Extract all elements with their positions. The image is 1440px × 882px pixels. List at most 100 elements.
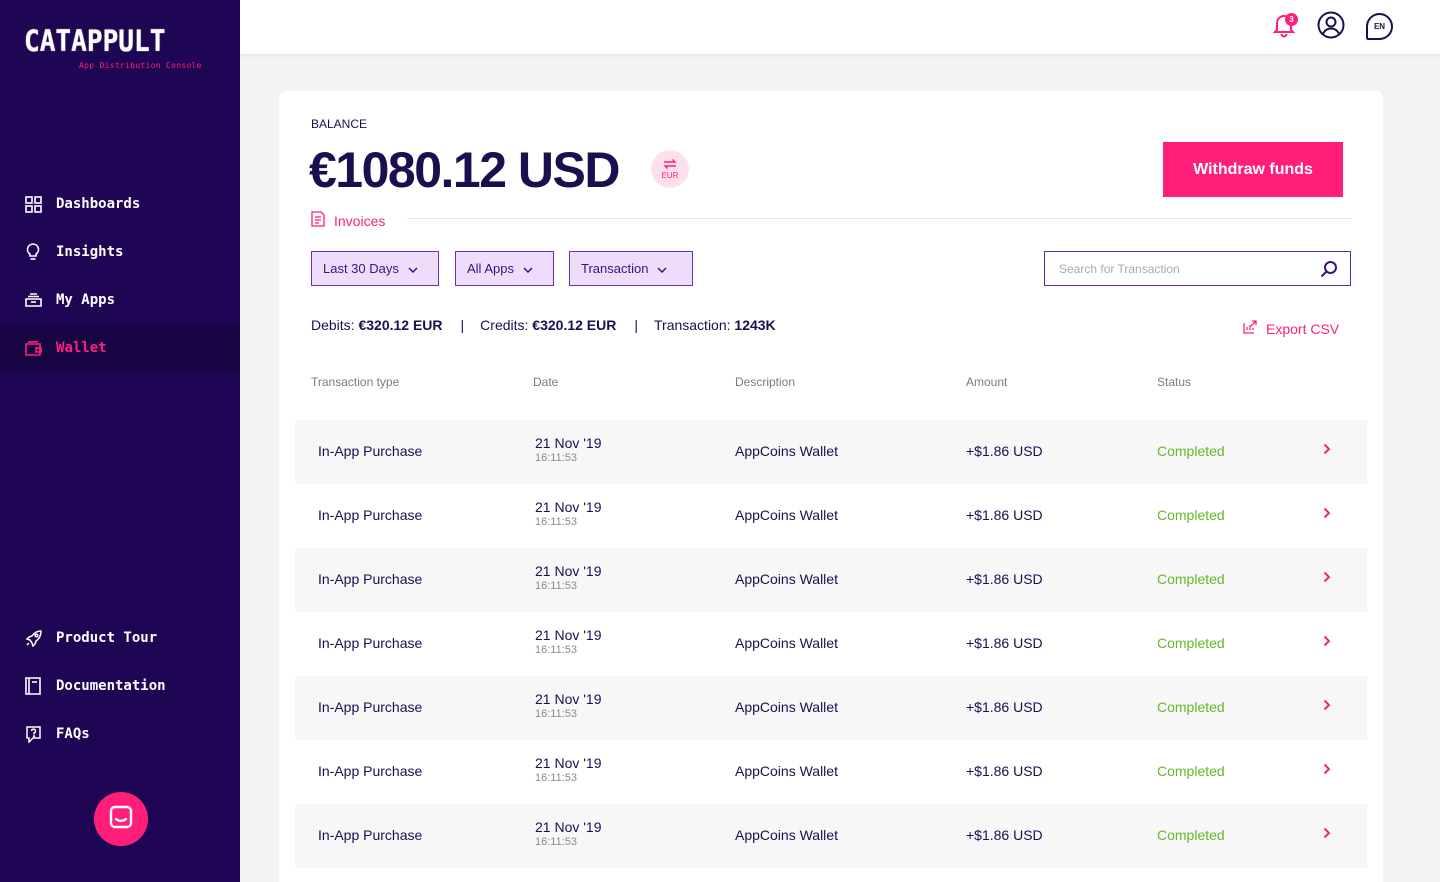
grid-icon (24, 195, 42, 213)
status-text: Completed (1157, 699, 1225, 715)
status-text: Completed (1157, 635, 1225, 651)
table-row[interactable]: In-App Purchase 21 Nov '19 16:11:53 AppC… (295, 612, 1367, 676)
sidebar-item-dashboards[interactable]: Dashboards (0, 180, 240, 228)
transaction-description: AppCoins Wallet (735, 635, 838, 651)
search-icon[interactable] (1320, 260, 1338, 283)
chevron-right-icon[interactable] (1323, 442, 1331, 458)
time-value: 16:11:53 (535, 516, 578, 528)
export-csv-label: Export CSV (1266, 320, 1340, 337)
table-header: Transaction type Date Description Amount… (279, 375, 1383, 395)
transactions-value: 1243K (734, 317, 776, 333)
chevron-right-icon[interactable] (1323, 698, 1331, 714)
period-filter[interactable]: Last 30 Days (311, 251, 439, 286)
header-description[interactable]: Description (735, 375, 795, 389)
transaction-type: In-App Purchase (318, 763, 423, 779)
table-row[interactable]: In-App Purchase 21 Nov '19 16:11:53 AppC… (295, 484, 1367, 548)
topbar (240, 0, 1440, 54)
help-icon (24, 725, 42, 743)
time-value: 16:11:53 (535, 772, 578, 784)
transaction-description: AppCoins Wallet (735, 507, 838, 523)
profile-button[interactable] (1316, 11, 1346, 44)
date-value: 21 Nov '19 (535, 435, 602, 451)
balance-label: BALANCE (311, 117, 368, 131)
status-text: Completed (1157, 763, 1225, 779)
table-row[interactable]: In-App Purchase 21 Nov '19 16:11:53 AppC… (295, 548, 1367, 612)
search-input[interactable] (1059, 261, 1309, 276)
header-date[interactable]: Date (533, 375, 558, 389)
date-value: 21 Nov '19 (535, 563, 602, 579)
transaction-date: 21 Nov '19 16:11:53 (535, 755, 602, 784)
separator: | (634, 317, 638, 333)
apps-filter[interactable]: All Apps (455, 251, 554, 286)
type-filter[interactable]: Transaction (569, 251, 693, 286)
status-text: Completed (1157, 507, 1225, 523)
lightbulb-icon (24, 243, 42, 261)
time-value: 16:11:53 (535, 452, 578, 464)
time-value: 16:11:53 (535, 644, 578, 656)
date-value: 21 Nov '19 (535, 755, 602, 771)
transaction-search (1044, 251, 1351, 286)
status-text: Completed (1157, 443, 1225, 459)
transaction-summary: Debits: €320.12 EUR | Credits: €320.12 E… (311, 317, 776, 333)
debits-value: €320.12 EUR (358, 317, 443, 333)
transaction-amount: +$1.86 USD (966, 571, 1043, 587)
type-filter-label: Transaction (581, 261, 649, 276)
language-button[interactable]: EN (1366, 13, 1393, 40)
sidebar-item-insights[interactable]: Insights (0, 228, 240, 276)
chevron-down-icon (523, 261, 533, 276)
divider (407, 218, 1351, 219)
transaction-description: AppCoins Wallet (735, 827, 838, 843)
sidebar-item-label: Wallet (56, 340, 107, 356)
transaction-type: In-App Purchase (318, 443, 423, 459)
transaction-date: 21 Nov '19 16:11:53 (535, 691, 602, 720)
wallet-icon (24, 339, 42, 357)
sidebar-item-faqs[interactable]: FAQs (0, 710, 240, 758)
chevron-right-icon[interactable] (1323, 634, 1331, 650)
transaction-amount: +$1.86 USD (966, 635, 1043, 651)
apps-filter-label: All Apps (467, 261, 514, 276)
separator: | (460, 317, 465, 333)
chevron-right-icon[interactable] (1323, 762, 1331, 778)
withdraw-funds-button[interactable]: Withdraw funds (1163, 142, 1343, 197)
export-csv-link[interactable]: Export CSV (1243, 320, 1339, 337)
chevron-right-icon[interactable] (1323, 570, 1331, 586)
invoices-link[interactable]: Invoices (311, 211, 385, 230)
sidebar-item-label: Product Tour (56, 630, 158, 646)
invoices-label: Invoices (334, 212, 386, 229)
sidebar-item-my-apps[interactable]: My Apps (0, 276, 240, 324)
header-status[interactable]: Status (1157, 375, 1191, 389)
sidebar-item-documentation[interactable]: Documentation (0, 662, 240, 710)
credits-label: Credits: (480, 317, 529, 333)
sidebar-item-product-tour[interactable]: Product Tour (0, 614, 240, 662)
chevron-right-icon[interactable] (1323, 506, 1331, 522)
header-amount[interactable]: Amount (966, 375, 1007, 389)
swap-arrows-icon (663, 158, 677, 171)
transaction-amount: +$1.86 USD (966, 443, 1043, 459)
header-transaction-type[interactable]: Transaction type (311, 375, 399, 389)
chevron-right-icon[interactable] (1323, 826, 1331, 842)
sidebar-item-label: Documentation (56, 678, 166, 694)
user-icon (1317, 11, 1345, 44)
transaction-type: In-App Purchase (318, 699, 423, 715)
table-row[interactable]: In-App Purchase 21 Nov '19 16:11:53 AppC… (295, 740, 1367, 804)
currency-switch-button[interactable]: EUR (651, 150, 689, 188)
book-icon (24, 677, 42, 695)
brand-name: CATAPPULT (24, 24, 166, 58)
balance-value: €1080.12 USD (309, 142, 621, 198)
transaction-amount: +$1.86 USD (966, 699, 1043, 715)
time-value: 16:11:53 (535, 836, 578, 848)
chat-button[interactable] (94, 792, 148, 846)
credits-value: €320.12 EUR (532, 317, 617, 333)
table-row[interactable]: In-App Purchase 21 Nov '19 16:11:53 AppC… (295, 420, 1367, 484)
notifications-button[interactable]: 3 (1269, 12, 1299, 42)
table-row[interactable]: In-App Purchase 21 Nov '19 16:11:53 AppC… (295, 804, 1367, 868)
transaction-date: 21 Nov '19 16:11:53 (535, 819, 602, 848)
transaction-date: 21 Nov '19 16:11:53 (535, 627, 602, 656)
chevron-down-icon (408, 261, 418, 276)
sidebar-item-wallet[interactable]: Wallet (0, 324, 240, 372)
table-row[interactable]: In-App Purchase 21 Nov '19 16:11:53 AppC… (295, 676, 1367, 740)
brand-logo[interactable]: CATAPPULT App Distribution Console (24, 24, 214, 70)
wallet-card: BALANCE €1080.12 USD EUR Withdraw funds … (279, 91, 1383, 882)
transactions-label: Transaction: (654, 317, 731, 333)
debits-label: Debits: (311, 317, 355, 333)
